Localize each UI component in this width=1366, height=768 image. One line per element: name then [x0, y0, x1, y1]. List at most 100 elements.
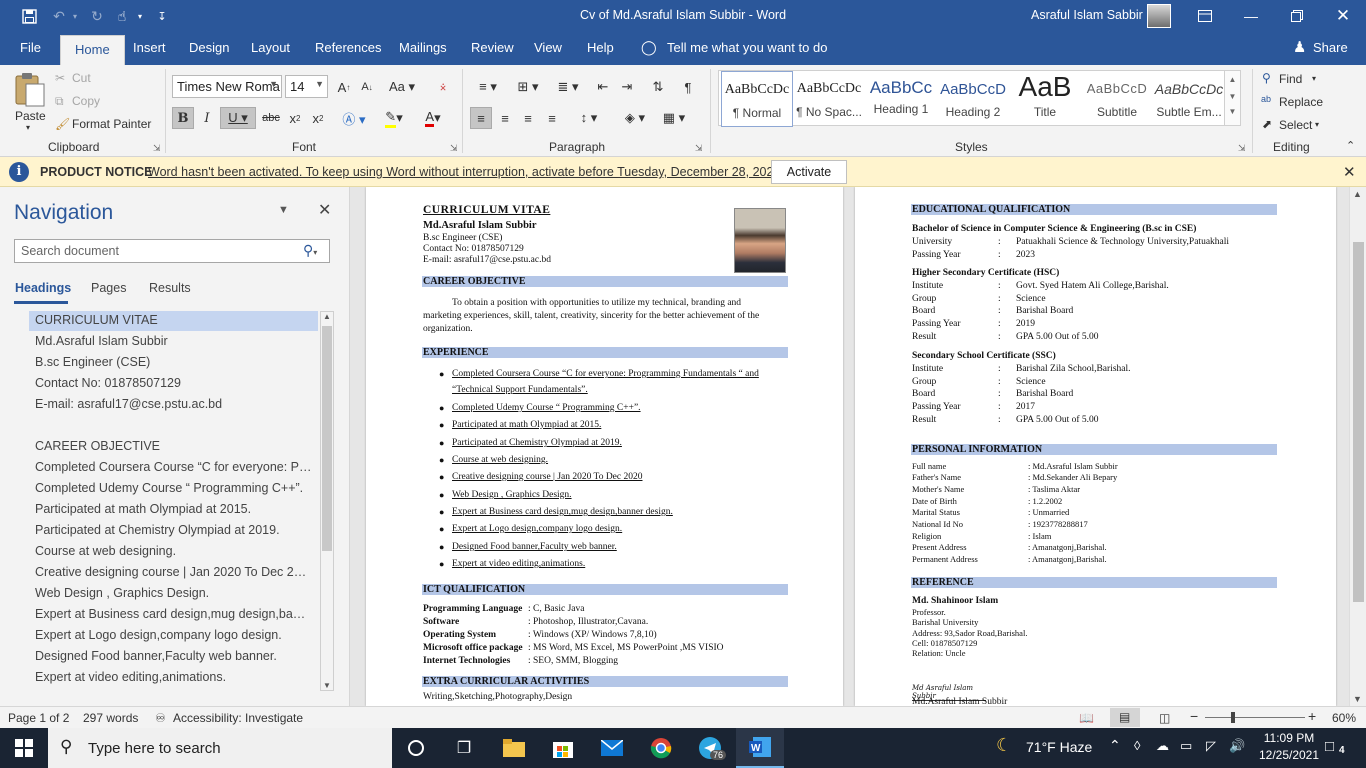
- clear-formatting-icon[interactable]: ⨰: [432, 76, 454, 98]
- heading-item[interactable]: CURRICULUM VITAE: [29, 311, 318, 331]
- show-hidden-icons-icon[interactable]: ⌃: [1109, 737, 1121, 754]
- align-right-icon[interactable]: ≡: [517, 107, 539, 129]
- heading-item[interactable]: Expert at video editing,animations.: [29, 668, 318, 688]
- tab-review[interactable]: Review: [471, 40, 514, 55]
- multilevel-list-icon[interactable]: ≣ ▾: [550, 76, 586, 98]
- clipboard-launcher-icon[interactable]: ⇲: [153, 143, 161, 154]
- taskbar-search[interactable]: ⚲ Type here to search: [48, 728, 392, 768]
- heading-item[interactable]: E-mail: asraful17@cse.pstu.ac.bd: [29, 395, 318, 415]
- style-subtitle[interactable]: AaBbCcD Subtitle: [1081, 71, 1153, 127]
- file-explorer-icon[interactable]: [490, 728, 538, 768]
- select-icon[interactable]: ⬈: [1262, 117, 1272, 131]
- weather-icon[interactable]: ☾: [996, 735, 1012, 756]
- zoom-out-icon[interactable]: −: [1190, 708, 1198, 724]
- scroll-down-icon[interactable]: ▼: [1225, 92, 1240, 101]
- search-icon[interactable]: ⚲▾: [303, 242, 317, 259]
- heading-item[interactable]: Course at web designing.: [29, 542, 318, 562]
- style-no-spacing[interactable]: AaBbCcDc ¶ No Spac...: [793, 71, 865, 127]
- replace-button[interactable]: Replace: [1279, 95, 1323, 109]
- tab-pages[interactable]: Pages: [91, 281, 126, 295]
- clock-date[interactable]: 12/25/2021: [1256, 748, 1322, 762]
- find-dropdown-icon[interactable]: ▾: [1312, 74, 1316, 83]
- heading-item[interactable]: Web Design , Graphics Design.: [29, 584, 318, 604]
- align-left-icon[interactable]: ≡: [470, 107, 492, 129]
- select-button[interactable]: Select: [1279, 118, 1312, 132]
- copy-icon[interactable]: ⧉: [55, 94, 64, 109]
- tab-headings[interactable]: Headings: [15, 281, 71, 295]
- chrome-icon[interactable]: [637, 728, 685, 768]
- grow-font-icon[interactable]: A ↑: [333, 76, 355, 98]
- restore-icon[interactable]: [1274, 0, 1320, 32]
- numbering-icon[interactable]: ⊞ ▾: [510, 76, 546, 98]
- underline-icon[interactable]: U ▾: [220, 107, 256, 129]
- cut-button[interactable]: Cut: [72, 71, 91, 85]
- volume-icon[interactable]: 🔊: [1229, 738, 1245, 754]
- zoom-level[interactable]: 60%: [1332, 711, 1356, 725]
- replace-icon[interactable]: ab: [1261, 94, 1271, 104]
- search-input[interactable]: Search document ⚲▾: [14, 239, 330, 263]
- notifications-icon[interactable]: □: [1325, 738, 1334, 755]
- start-windows-icon[interactable]: [0, 728, 48, 768]
- find-icon[interactable]: ⚲: [1262, 71, 1271, 85]
- bullets-icon[interactable]: ≡ ▾: [470, 76, 506, 98]
- tab-home[interactable]: Home: [60, 35, 125, 65]
- accessibility-icon[interactable]: ♾: [155, 711, 166, 725]
- read-mode-icon[interactable]: 📖: [1079, 711, 1094, 725]
- task-view-icon[interactable]: ❐: [440, 728, 488, 768]
- battery-icon[interactable]: ▭: [1180, 738, 1192, 754]
- styles-gallery-scroll[interactable]: ▲ ▼ ▼: [1224, 70, 1241, 126]
- tab-help[interactable]: Help: [587, 40, 614, 55]
- document-page-2[interactable]: EDUCATIONAL QUALIFICATION Bachelor of Sc…: [855, 187, 1336, 706]
- heading-item[interactable]: Participated at Chemistry Olympiad at 20…: [29, 521, 318, 541]
- format-painter-button[interactable]: Format Painter: [72, 117, 151, 131]
- cut-icon[interactable]: ✂: [55, 71, 65, 85]
- heading-item[interactable]: [29, 416, 318, 436]
- word-app-icon[interactable]: W: [736, 728, 784, 768]
- style-heading-1[interactable]: AaBbCc Heading 1: [865, 71, 937, 127]
- justify-icon[interactable]: ≡: [541, 107, 563, 129]
- find-button[interactable]: Find: [1279, 72, 1302, 86]
- styles-launcher-icon[interactable]: ⇲: [1238, 143, 1246, 154]
- minimize-icon[interactable]: —: [1228, 0, 1274, 32]
- account-name[interactable]: Asraful Islam Sabbir: [1031, 8, 1143, 22]
- borders-icon[interactable]: ▦ ▾: [657, 107, 691, 129]
- heading-item[interactable]: Expert at Business card design,mug desig…: [29, 605, 318, 625]
- clock-time[interactable]: 11:09 PM: [1258, 731, 1320, 745]
- tab-layout[interactable]: Layout: [251, 40, 290, 55]
- onedrive-cloud-icon[interactable]: ☁: [1156, 738, 1169, 754]
- heading-item[interactable]: Md.Asraful Islam Subbir: [29, 332, 318, 352]
- style-subtle-emphasis[interactable]: AaBbCcDc Subtle Em...: [1153, 71, 1225, 127]
- share-button[interactable]: Share: [1313, 40, 1348, 55]
- heading-item[interactable]: Expert at Logo design,company logo desig…: [29, 626, 318, 646]
- activate-button[interactable]: Activate: [771, 160, 847, 184]
- network-device-icon[interactable]: ◊: [1134, 738, 1140, 753]
- tab-mailings[interactable]: Mailings: [399, 40, 447, 55]
- font-size-combo[interactable]: 14 ▼: [285, 75, 328, 98]
- zoom-slider[interactable]: [1205, 717, 1305, 718]
- tab-results[interactable]: Results: [149, 281, 191, 295]
- chevron-down-icon[interactable]: ▼: [278, 204, 289, 216]
- tell-me-search[interactable]: Tell me what you want to do: [667, 40, 827, 55]
- close-icon[interactable]: ✕: [1343, 163, 1356, 181]
- format-painter-icon[interactable]: 🖌: [55, 117, 70, 131]
- ribbon-display-options-icon[interactable]: [1182, 0, 1228, 32]
- collapse-ribbon-icon[interactable]: ⌃: [1346, 139, 1355, 152]
- scroll-down-icon[interactable]: ▼: [323, 681, 331, 690]
- mail-icon[interactable]: [588, 728, 636, 768]
- superscript-icon[interactable]: x2: [307, 107, 329, 129]
- lightbulb-icon[interactable]: ◯: [641, 39, 657, 56]
- document-page-1[interactable]: CURRICULUM VITAE Md.Asraful Islam Subbir…: [366, 187, 843, 706]
- document-scrollbar[interactable]: ▲ ▼: [1349, 187, 1366, 706]
- heading-item[interactable]: CAREER OBJECTIVE: [29, 437, 318, 457]
- select-dropdown-icon[interactable]: ▾: [1315, 120, 1319, 129]
- more-styles-icon[interactable]: ▼: [1225, 107, 1240, 116]
- avatar[interactable]: [1147, 4, 1171, 28]
- show-formatting-marks-icon[interactable]: ¶: [677, 76, 699, 98]
- scrollbar-thumb[interactable]: [322, 326, 332, 551]
- align-center-icon[interactable]: ≡: [494, 107, 516, 129]
- italic-icon[interactable]: I: [196, 107, 218, 129]
- document-area[interactable]: CURRICULUM VITAE Md.Asraful Islam Subbir…: [351, 187, 1349, 706]
- zoom-slider-thumb[interactable]: [1231, 712, 1235, 723]
- page-count[interactable]: Page 1 of 2: [8, 711, 69, 725]
- scroll-up-icon[interactable]: ▲: [1225, 75, 1240, 84]
